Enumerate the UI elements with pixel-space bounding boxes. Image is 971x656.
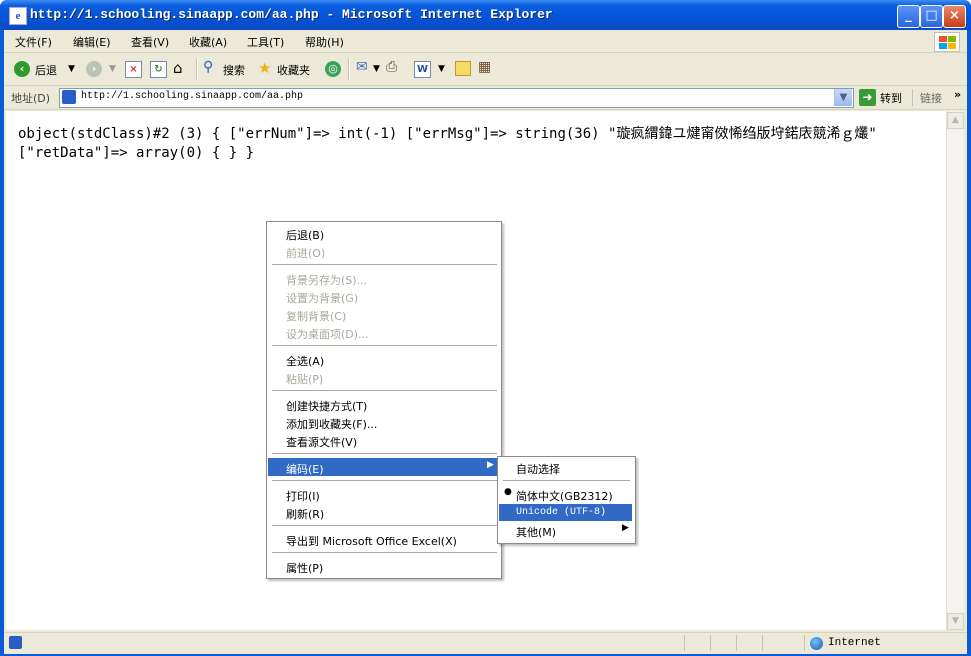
search-button-label[interactable]: 搜索 xyxy=(223,62,245,78)
status-cell xyxy=(736,635,737,651)
edit-dropdown-icon[interactable]: ▼ xyxy=(438,64,445,74)
links-label[interactable]: 链接 xyxy=(920,90,942,106)
ctx-copy-background: 复制背景(C) xyxy=(286,310,347,323)
address-url[interactable]: http://1.schooling.sinaapp.com/aa.php xyxy=(81,91,303,102)
menu-separator xyxy=(272,453,497,454)
ctx-view-source[interactable]: 查看源文件(V) xyxy=(286,434,357,450)
submenu-arrow-icon: ▶ xyxy=(487,460,494,470)
ctx-save-background: 背景另存为(S)... xyxy=(286,274,368,287)
forward-dropdown-icon[interactable]: ▼ xyxy=(109,64,116,74)
page-status-icon xyxy=(9,636,22,649)
menu-tools[interactable]: 工具(T) xyxy=(247,34,284,50)
security-zone-label: Internet xyxy=(828,637,881,649)
forward-arrow-icon[interactable]: › xyxy=(86,61,102,77)
mail-dropdown-icon[interactable]: ▼ xyxy=(373,64,380,74)
encoding-other[interactable]: 其他(M) xyxy=(516,524,556,540)
word-edit-icon[interactable]: W xyxy=(414,61,431,78)
ctx-refresh[interactable]: 刷新(R) xyxy=(286,506,324,522)
submenu-arrow-icon: ▶ xyxy=(622,523,629,533)
menu-file[interactable]: 文件(F) xyxy=(15,34,52,50)
ctx-back[interactable]: 后退(B) xyxy=(286,227,324,243)
favorites-star-icon[interactable]: ★ xyxy=(258,59,271,77)
status-cell xyxy=(710,635,711,651)
menu-help[interactable]: 帮助(H) xyxy=(305,34,344,50)
scroll-up-icon[interactable]: ▲ xyxy=(947,112,964,129)
encoding-auto-select[interactable]: 自动选择 xyxy=(516,461,560,477)
ctx-create-shortcut[interactable]: 创建快捷方式(T) xyxy=(286,398,367,414)
toolbar-separator xyxy=(348,58,350,80)
maximize-button[interactable]: □ xyxy=(920,5,943,28)
favorites-button-label[interactable]: 收藏夹 xyxy=(277,62,310,78)
scroll-down-icon[interactable]: ▼ xyxy=(947,613,964,630)
ctx-add-to-favorites[interactable]: 添加到收藏夹(F)... xyxy=(286,416,377,432)
page-icon xyxy=(62,90,76,104)
ctx-forward: 前进(O) xyxy=(286,247,326,260)
search-icon[interactable]: ⚲ xyxy=(203,59,213,75)
menu-separator xyxy=(503,480,630,481)
mail-icon[interactable]: ✉ xyxy=(356,59,368,75)
status-cell xyxy=(684,635,685,651)
back-dropdown-icon[interactable]: ▼ xyxy=(68,64,75,74)
menu-separator xyxy=(272,264,497,265)
ctx-select-all[interactable]: 全选(A) xyxy=(286,353,324,369)
menu-view[interactable]: 查看(V) xyxy=(131,34,169,50)
ctx-print[interactable]: 打印(I) xyxy=(286,488,320,504)
menu-separator xyxy=(272,552,497,553)
research-icon[interactable]: ▦ xyxy=(478,59,491,75)
refresh-icon[interactable]: ↻ xyxy=(150,61,167,78)
ie-page-icon: e xyxy=(9,7,27,25)
menu-separator xyxy=(272,525,497,526)
go-button-label[interactable]: 转到 xyxy=(880,90,902,106)
vertical-scrollbar[interactable] xyxy=(946,111,964,630)
status-cell xyxy=(762,635,763,651)
menu-favorites[interactable]: 收藏(A) xyxy=(189,34,227,50)
discuss-icon[interactable] xyxy=(455,61,471,76)
encoding-gb2312[interactable]: 简体中文(GB2312) xyxy=(516,488,613,504)
internet-zone-icon xyxy=(810,637,823,650)
back-arrow-icon[interactable]: ‹ xyxy=(14,61,30,77)
go-arrow-icon[interactable]: ➜ xyxy=(859,89,876,106)
window-title: http://1.schooling.sinaapp.com/aa.php - … xyxy=(30,7,553,22)
ctx-set-background: 设置为背景(G) xyxy=(286,292,359,305)
menu-edit[interactable]: 编辑(E) xyxy=(73,34,111,50)
home-icon[interactable]: ⌂ xyxy=(173,59,183,77)
ctx-paste: 粘贴(P) xyxy=(286,373,324,386)
minimize-button[interactable]: _ xyxy=(897,5,920,28)
ctx-set-desktop-item: 设为桌面项(D)... xyxy=(286,328,369,341)
address-label: 地址(D) xyxy=(11,92,51,105)
status-cell xyxy=(804,635,805,651)
media-icon[interactable]: ◎ xyxy=(325,61,341,77)
toolbar-separator xyxy=(196,58,198,80)
print-icon[interactable]: ⎙ xyxy=(386,59,397,75)
checked-bullet-icon: ● xyxy=(504,487,512,497)
back-button-label[interactable]: 后退 xyxy=(35,62,57,78)
page-body-text: object(stdClass)#2 (3) { ["errNum"]=> in… xyxy=(18,126,886,161)
encoding-utf8[interactable]: Unicode (UTF-8) xyxy=(516,507,606,518)
menu-separator xyxy=(272,480,497,481)
stop-icon[interactable]: × xyxy=(125,61,142,78)
ctx-encoding[interactable]: 编码(E) xyxy=(286,461,324,477)
close-button[interactable]: × xyxy=(943,5,966,28)
address-dropdown-icon[interactable]: ▼ xyxy=(834,89,852,106)
toolbar-separator xyxy=(912,89,913,106)
menu-separator xyxy=(272,390,497,391)
chevron-right-icon[interactable]: » xyxy=(954,88,961,101)
menu-separator xyxy=(272,345,497,346)
ctx-properties[interactable]: 属性(P) xyxy=(286,560,323,576)
ctx-export-excel[interactable]: 导出到 Microsoft Office Excel(X) xyxy=(286,533,457,549)
windows-logo-icon xyxy=(934,32,960,52)
